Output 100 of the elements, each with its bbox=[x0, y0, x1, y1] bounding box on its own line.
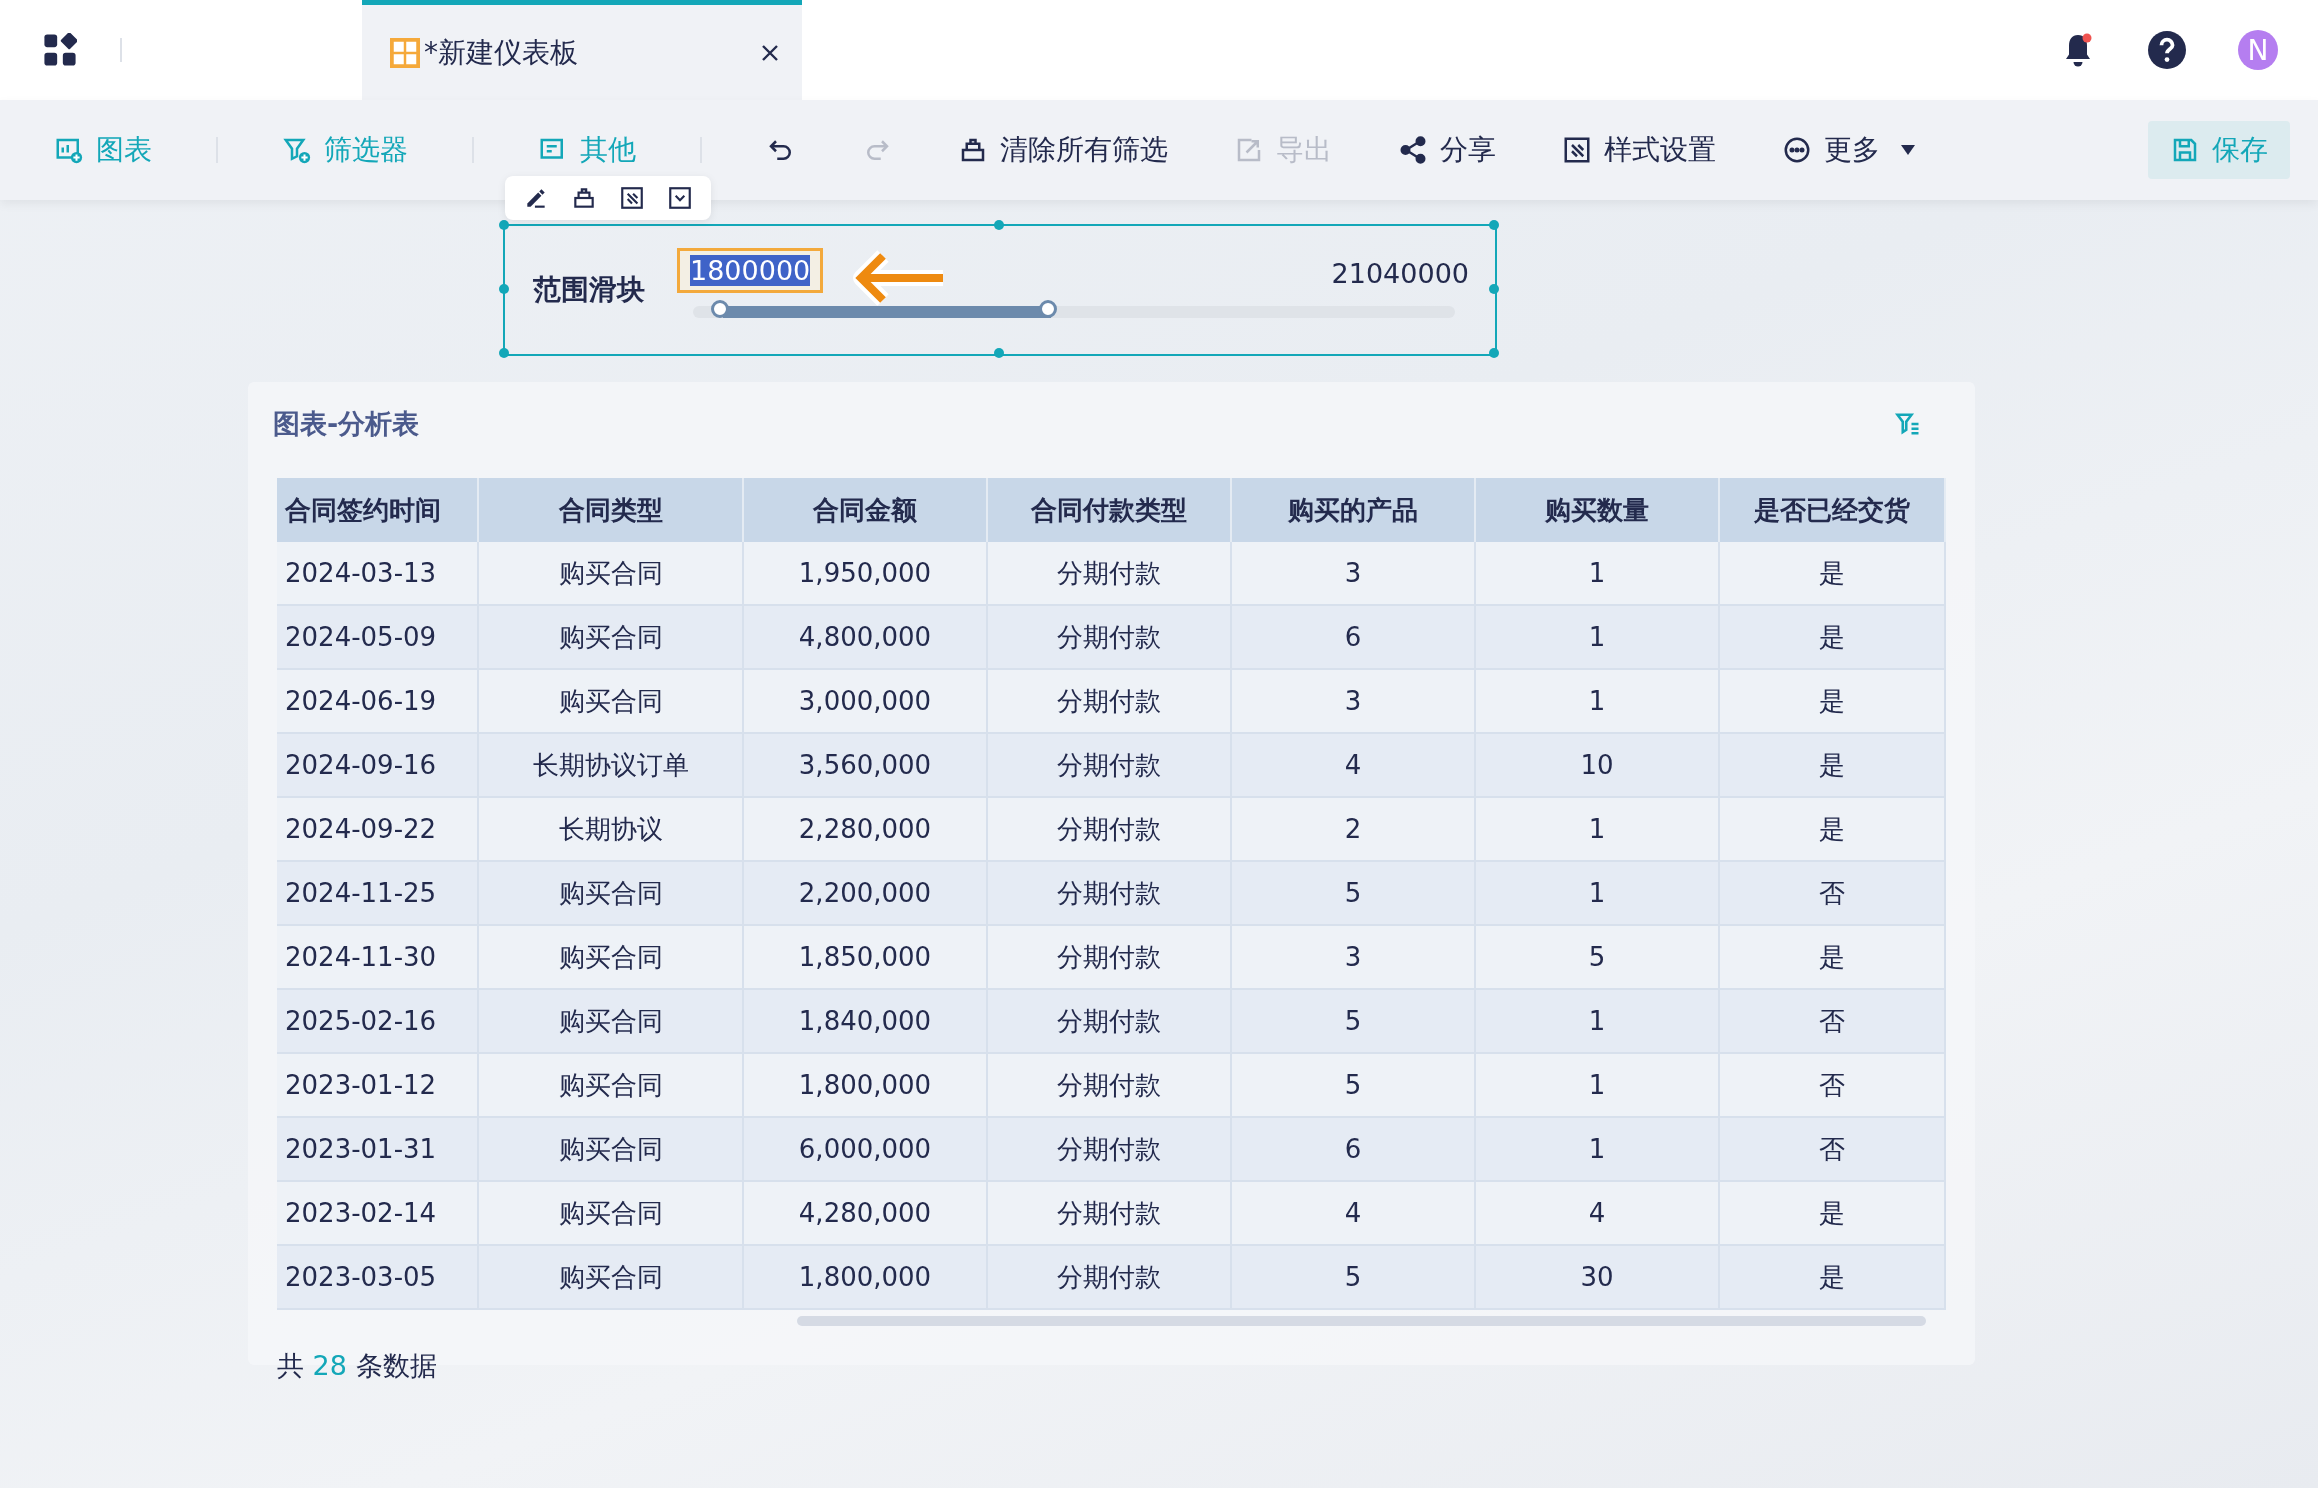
column-header[interactable]: 合同签约时间 bbox=[277, 478, 478, 542]
resize-handle[interactable] bbox=[1489, 220, 1499, 230]
table-cell: 30 bbox=[1475, 1245, 1719, 1309]
table-cell: 5 bbox=[1475, 925, 1719, 989]
table-cell: 10 bbox=[1475, 733, 1719, 797]
table-cell: 3 bbox=[1231, 669, 1475, 733]
resize-handle[interactable] bbox=[499, 284, 509, 294]
table-cell: 3 bbox=[1231, 925, 1475, 989]
table-cell: 1,800,000 bbox=[743, 1245, 987, 1309]
table-cell: 2024-09-16 bbox=[277, 733, 478, 797]
table-cell: 2023-02-14 bbox=[277, 1181, 478, 1245]
share-icon bbox=[1398, 135, 1428, 165]
table-cell: 1,800,000 bbox=[743, 1053, 987, 1117]
resize-handle[interactable] bbox=[499, 348, 509, 358]
filter-icon[interactable] bbox=[1894, 410, 1922, 438]
caret-icon bbox=[1900, 144, 1916, 156]
horizontal-scrollbar[interactable] bbox=[797, 1316, 1926, 1326]
share-button[interactable]: 分享 bbox=[1394, 131, 1500, 169]
table-cell: 1 bbox=[1475, 669, 1719, 733]
table-cell: 否 bbox=[1719, 861, 1945, 925]
max-value: 21040000 bbox=[1331, 258, 1469, 289]
table-cell: 6 bbox=[1231, 605, 1475, 669]
slider-thumb[interactable] bbox=[1039, 300, 1058, 318]
table-cell: 1 bbox=[1475, 542, 1719, 605]
slider-label: 范围滑块 bbox=[533, 272, 646, 308]
table-cell: 是 bbox=[1719, 733, 1945, 797]
table-cell: 是 bbox=[1719, 797, 1945, 861]
table-cell: 4 bbox=[1231, 1181, 1475, 1245]
style-icon[interactable] bbox=[619, 185, 645, 211]
table-cell: 4,800,000 bbox=[743, 605, 987, 669]
table-cell: 分期付款 bbox=[987, 1245, 1231, 1309]
min-value-field[interactable]: 1800000 bbox=[677, 248, 824, 293]
table-cell: 1 bbox=[1475, 1117, 1719, 1181]
table-cell: 是 bbox=[1719, 542, 1945, 605]
resize-handle[interactable] bbox=[1489, 348, 1499, 358]
table-cell: 购买合同 bbox=[478, 1117, 743, 1181]
slider-thumb[interactable] bbox=[711, 300, 730, 318]
table-cell: 5 bbox=[1231, 989, 1475, 1053]
table-cell: 分期付款 bbox=[987, 669, 1231, 733]
tab-title: *新建仪表板 bbox=[424, 34, 579, 71]
table-cell: 是 bbox=[1719, 925, 1945, 989]
column-header[interactable]: 合同类型 bbox=[478, 478, 743, 542]
table-cell: 2024-11-30 bbox=[277, 925, 478, 989]
table-cell: 是 bbox=[1719, 1181, 1945, 1245]
column-header[interactable]: 购买的产品 bbox=[1231, 478, 1475, 542]
table-cell: 购买合同 bbox=[478, 925, 743, 989]
resize-handle[interactable] bbox=[499, 220, 509, 230]
column-header[interactable]: 购买数量 bbox=[1475, 478, 1719, 542]
table-cell: 分期付款 bbox=[987, 797, 1231, 861]
table-cell: 5 bbox=[1231, 1053, 1475, 1117]
table-cell: 长期协议 bbox=[478, 797, 743, 861]
column-header[interactable]: 合同金额 bbox=[743, 478, 987, 542]
table-cell: 购买合同 bbox=[478, 669, 743, 733]
table-cell: 3,000,000 bbox=[743, 669, 987, 733]
table-cell: 2,280,000 bbox=[743, 797, 987, 861]
clear-button[interactable]: 清除所有筛选 bbox=[954, 131, 1172, 169]
table-cell: 4,280,000 bbox=[743, 1181, 987, 1245]
table-cell: 2,200,000 bbox=[743, 861, 987, 925]
table-cell: 2024-05-09 bbox=[277, 605, 478, 669]
table-cell: 购买合同 bbox=[478, 861, 743, 925]
more-button[interactable]: 更多 bbox=[1778, 131, 1920, 169]
apps-icon[interactable] bbox=[43, 33, 77, 67]
style-button[interactable]: 样式设置 bbox=[1558, 131, 1720, 169]
column-header[interactable]: 是否已经交货 bbox=[1719, 478, 1945, 542]
table-cell: 分期付款 bbox=[987, 733, 1231, 797]
table-cell: 2 bbox=[1231, 797, 1475, 861]
table-cell: 是 bbox=[1719, 1245, 1945, 1309]
table-cell: 否 bbox=[1719, 1117, 1945, 1181]
table-cell: 购买合同 bbox=[478, 605, 743, 669]
column-header[interactable]: 合同付款类型 bbox=[987, 478, 1231, 542]
table-cell: 2024-06-19 bbox=[277, 669, 478, 733]
table-cell: 1 bbox=[1475, 797, 1719, 861]
table-cell: 购买合同 bbox=[478, 542, 743, 605]
card-title: 图表-分析表 bbox=[273, 407, 420, 441]
table-cell: 1,840,000 bbox=[743, 989, 987, 1053]
table-cell: 3 bbox=[1231, 542, 1475, 605]
resize-handle[interactable] bbox=[994, 220, 1004, 230]
table-cell: 分期付款 bbox=[987, 989, 1231, 1053]
table-cell: 2024-09-22 bbox=[277, 797, 478, 861]
table-cell: 分期付款 bbox=[987, 1117, 1231, 1181]
table-cell: 6 bbox=[1231, 1117, 1475, 1181]
table-cell: 2023-01-31 bbox=[277, 1117, 478, 1181]
dashboard-tab[interactable]: *新建仪表板 bbox=[362, 0, 802, 100]
resize-handle[interactable] bbox=[1489, 284, 1499, 294]
dropdown-icon[interactable] bbox=[667, 185, 693, 211]
table-cell: 2024-11-25 bbox=[277, 861, 478, 925]
resize-handle[interactable] bbox=[994, 348, 1004, 358]
table-cell: 购买合同 bbox=[478, 1053, 743, 1117]
table-cell: 3,560,000 bbox=[743, 733, 987, 797]
table-cell: 否 bbox=[1719, 989, 1945, 1053]
table-cell: 是 bbox=[1719, 605, 1945, 669]
table-cell: 4 bbox=[1475, 1181, 1719, 1245]
table-cell: 分期付款 bbox=[987, 1053, 1231, 1117]
table-cell: 2024-03-13 bbox=[277, 542, 478, 605]
help-icon[interactable] bbox=[2148, 31, 2186, 69]
table-cell: 1 bbox=[1475, 1053, 1719, 1117]
table-cell: 是 bbox=[1719, 669, 1945, 733]
table-cell: 2023-03-05 bbox=[277, 1245, 478, 1309]
table-cell: 1 bbox=[1475, 605, 1719, 669]
table-cell: 分期付款 bbox=[987, 542, 1231, 605]
